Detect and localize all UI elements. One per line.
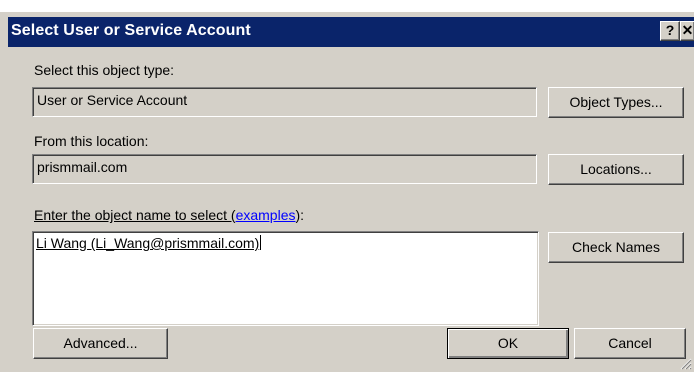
close-icon: ✕ <box>681 22 694 38</box>
check-names-button-label: Check Names <box>572 239 660 255</box>
text-caret <box>260 235 262 250</box>
ok-button-label: OK <box>497 335 519 351</box>
help-button[interactable]: ? <box>660 21 680 41</box>
advanced-button[interactable]: Advanced... <box>33 328 168 359</box>
ok-button[interactable]: OK <box>447 328 569 359</box>
object-name-label-prefix: Enter the object name to select ( <box>34 207 236 223</box>
select-user-dialog: Select User or Service Account ? ✕ Selec… <box>0 12 694 372</box>
resize-grip-icon[interactable] <box>678 356 692 370</box>
title-bar[interactable]: Select User or Service Account ? ✕ <box>8 17 694 47</box>
resolved-name: Li Wang (Li_Wang@prismmail.com) <box>36 235 260 251</box>
locations-button-label: Locations... <box>580 161 652 177</box>
question-mark-icon: ? <box>665 22 675 38</box>
advanced-button-label: Advanced... <box>63 335 138 351</box>
object-type-field: User or Service Account <box>32 87 537 117</box>
object-name-input[interactable]: Li Wang (Li_Wang@prismmail.com) <box>32 231 539 326</box>
object-name-label: Enter the object name to select (example… <box>34 207 304 223</box>
cancel-button-label: Cancel <box>608 335 652 351</box>
object-name-label-suffix: ): <box>295 207 305 223</box>
check-names-button[interactable]: Check Names <box>548 232 684 263</box>
location-field: prismmail.com <box>32 154 537 184</box>
locations-button[interactable]: Locations... <box>548 154 684 185</box>
dialog-title: Select User or Service Account <box>11 22 251 39</box>
examples-link[interactable]: examples <box>236 207 296 223</box>
object-type-label: Select this object type: <box>34 62 175 78</box>
cancel-button[interactable]: Cancel <box>574 328 686 359</box>
object-types-button[interactable]: Object Types... <box>548 87 684 118</box>
background-strip <box>0 0 694 12</box>
close-button[interactable]: ✕ <box>680 21 694 41</box>
object-types-button-label: Object Types... <box>569 94 663 110</box>
location-label: From this location: <box>34 133 149 149</box>
